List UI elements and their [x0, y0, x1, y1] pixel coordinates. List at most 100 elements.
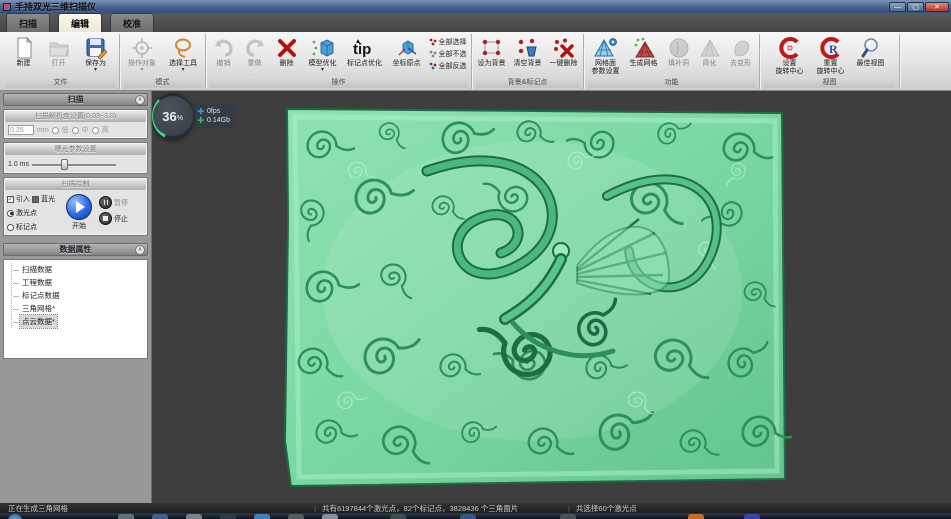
radio-marker-point[interactable]	[7, 224, 14, 231]
set-background-button[interactable]: 设为背景	[474, 35, 509, 68]
blue-light-icon[interactable]	[32, 196, 39, 203]
maximize-button[interactable]: ▢	[907, 2, 924, 12]
pause-button[interactable]: 暂停	[99, 196, 128, 209]
taskbar-icon[interactable]	[220, 514, 236, 519]
minimize-button[interactable]: —	[889, 2, 906, 12]
plus-icon: ✛	[197, 116, 204, 125]
taskbar-icon[interactable]	[152, 514, 168, 519]
ribbon-group-background: 设为背景 清空背景 一键删除 背景&标记点	[472, 34, 584, 89]
exposure-slider[interactable]	[32, 158, 116, 170]
set-rotation-center-button[interactable]: 设置 旋转中心	[770, 35, 810, 76]
simplify-button[interactable]: 简化	[696, 35, 724, 68]
data-item[interactable]: 工程数据	[20, 276, 54, 289]
radio-laser-point[interactable]	[7, 210, 14, 217]
data-item[interactable]: 扫描数据	[20, 263, 54, 276]
status-bar: 正在生成三角网格 | 共有6197844个激光点，82个标记点，3828436 …	[0, 503, 951, 513]
taskbar-icon[interactable]	[460, 514, 476, 519]
start-orb[interactable]	[8, 514, 22, 519]
left-panel: 扫描 ∧ 扫描解析度设置(0.03~3.0) mm 低 中 高 曝光参数设置 1…	[0, 91, 152, 503]
marker-optimize-button[interactable]: tip 标记点优化	[343, 35, 387, 68]
slider-handle[interactable]	[61, 159, 68, 170]
select-all-button[interactable]: 全部选择	[429, 37, 467, 47]
radio-low[interactable]	[52, 127, 59, 134]
marker-frame-icon	[481, 36, 503, 60]
status-selection: 共选择60个激光点	[576, 503, 637, 514]
operate-object-button[interactable]: 操作对象 ▾	[122, 35, 162, 73]
tab-edit[interactable]: 编辑	[58, 13, 102, 32]
stop-button[interactable]: 停止	[99, 212, 128, 225]
dropdown-arrow-icon: ▾	[94, 68, 97, 73]
scan-model-relief[interactable]	[277, 101, 792, 491]
tab-calibrate[interactable]: 校准	[110, 13, 154, 32]
plus-icon: ✛	[197, 107, 204, 116]
resolution-unit: mm	[37, 127, 49, 134]
save-as-button[interactable]: 保存为 ▾	[77, 35, 115, 73]
fill-holes-button[interactable]: 填补洞	[663, 35, 695, 68]
one-key-delete-button[interactable]: 一键删除	[546, 35, 581, 68]
select-none-button[interactable]: 全部不选	[429, 49, 467, 59]
data-item[interactable]: 三角网格*	[20, 302, 57, 315]
group-label-file: 文件	[6, 77, 115, 88]
mesh-params-button[interactable]: 网格面 参数设置	[587, 35, 625, 76]
windows-taskbar	[0, 513, 951, 519]
tab-scan[interactable]: 扫描	[6, 13, 50, 32]
dots-icon	[429, 38, 437, 46]
sphere-icon	[668, 36, 690, 60]
model-optimize-button[interactable]: 模型优化 ▾	[304, 35, 342, 73]
checkbox-import[interactable]: ✓	[7, 196, 14, 203]
data-panel-header: 数据属性 ∧	[3, 243, 148, 256]
magnifier-icon	[859, 36, 883, 60]
delete-button[interactable]: 删除	[271, 35, 303, 68]
window-title: 手持双光三维扫描仪	[15, 0, 96, 13]
undo-button[interactable]: 撤销	[209, 35, 239, 68]
start-scan-button[interactable]	[66, 194, 92, 220]
open-button[interactable]: 打开	[42, 35, 76, 68]
reset-rotation-center-button[interactable]: R 重置 旋转中心	[811, 35, 851, 76]
clear-background-button[interactable]: 清空背景	[510, 35, 545, 68]
new-document-icon	[14, 36, 34, 60]
svg-text:R: R	[829, 42, 838, 56]
taskbar-icon[interactable]	[118, 514, 134, 519]
play-icon	[76, 201, 85, 213]
taskbar-icon[interactable]	[560, 514, 576, 519]
data-item[interactable]: 点云数据*	[20, 315, 57, 328]
title-bar: 手持双光三维扫描仪 — ▢ ✕	[0, 0, 951, 13]
fps-value: 0fps	[207, 107, 220, 116]
collapse-icon[interactable]: ∧	[135, 95, 145, 105]
pause-icon	[99, 196, 112, 209]
select-tool-button[interactable]: 选择工具 ▾	[163, 35, 203, 73]
gauge-percent: 36	[162, 109, 176, 124]
collapse-icon[interactable]: ∧	[135, 245, 145, 255]
cube-sparkle-icon	[311, 36, 335, 60]
taskbar-icon[interactable]	[322, 514, 338, 519]
data-list: 扫描数据 工程数据 标记点数据 三角网格* 点云数据*	[3, 259, 148, 359]
taskbar-icon[interactable]	[254, 514, 270, 519]
redo-button[interactable]: 重做	[240, 35, 270, 68]
open-folder-icon	[48, 36, 70, 60]
new-button[interactable]: 新建	[7, 35, 41, 68]
memory-gauge: 36%	[152, 93, 193, 139]
radio-mid[interactable]	[72, 127, 79, 134]
triangle-icon	[699, 36, 721, 60]
taskbar-icon[interactable]	[744, 514, 760, 519]
radio-high[interactable]	[92, 127, 99, 134]
best-view-button[interactable]: 最佳视图	[852, 35, 890, 68]
invert-selection-button[interactable]: 全部反选	[429, 61, 467, 71]
ribbon: 新建 打开 保存为 ▾ 文件 操作对象 ▾	[0, 32, 951, 91]
dropdown-arrow-icon: ▾	[321, 68, 324, 73]
taskbar-icon[interactable]	[390, 514, 406, 519]
coordinate-origin-button[interactable]: 坐标原点	[388, 35, 426, 68]
rotation-reset-icon: R	[819, 36, 843, 60]
taskbar-icon[interactable]	[288, 514, 304, 519]
generate-mesh-button[interactable]: 生成网格	[626, 35, 662, 68]
data-item[interactable]: 标记点数据	[20, 289, 62, 302]
taskbar-icon[interactable]	[688, 514, 704, 519]
resolution-box: 扫描解析度设置(0.03~3.0) mm 低 中 高	[3, 109, 148, 139]
close-button[interactable]: ✕	[925, 2, 949, 12]
resolution-input[interactable]	[8, 125, 34, 135]
taskbar-icon[interactable]	[186, 514, 202, 519]
viewport-3d[interactable]: 36% ✛ 0fps ✛ 0.14Gb	[152, 91, 951, 503]
lasso-icon	[172, 36, 194, 60]
ribbon-tab-row: 扫描 编辑 校准	[0, 13, 951, 32]
remove-deform-button[interactable]: 去变形	[725, 35, 757, 68]
